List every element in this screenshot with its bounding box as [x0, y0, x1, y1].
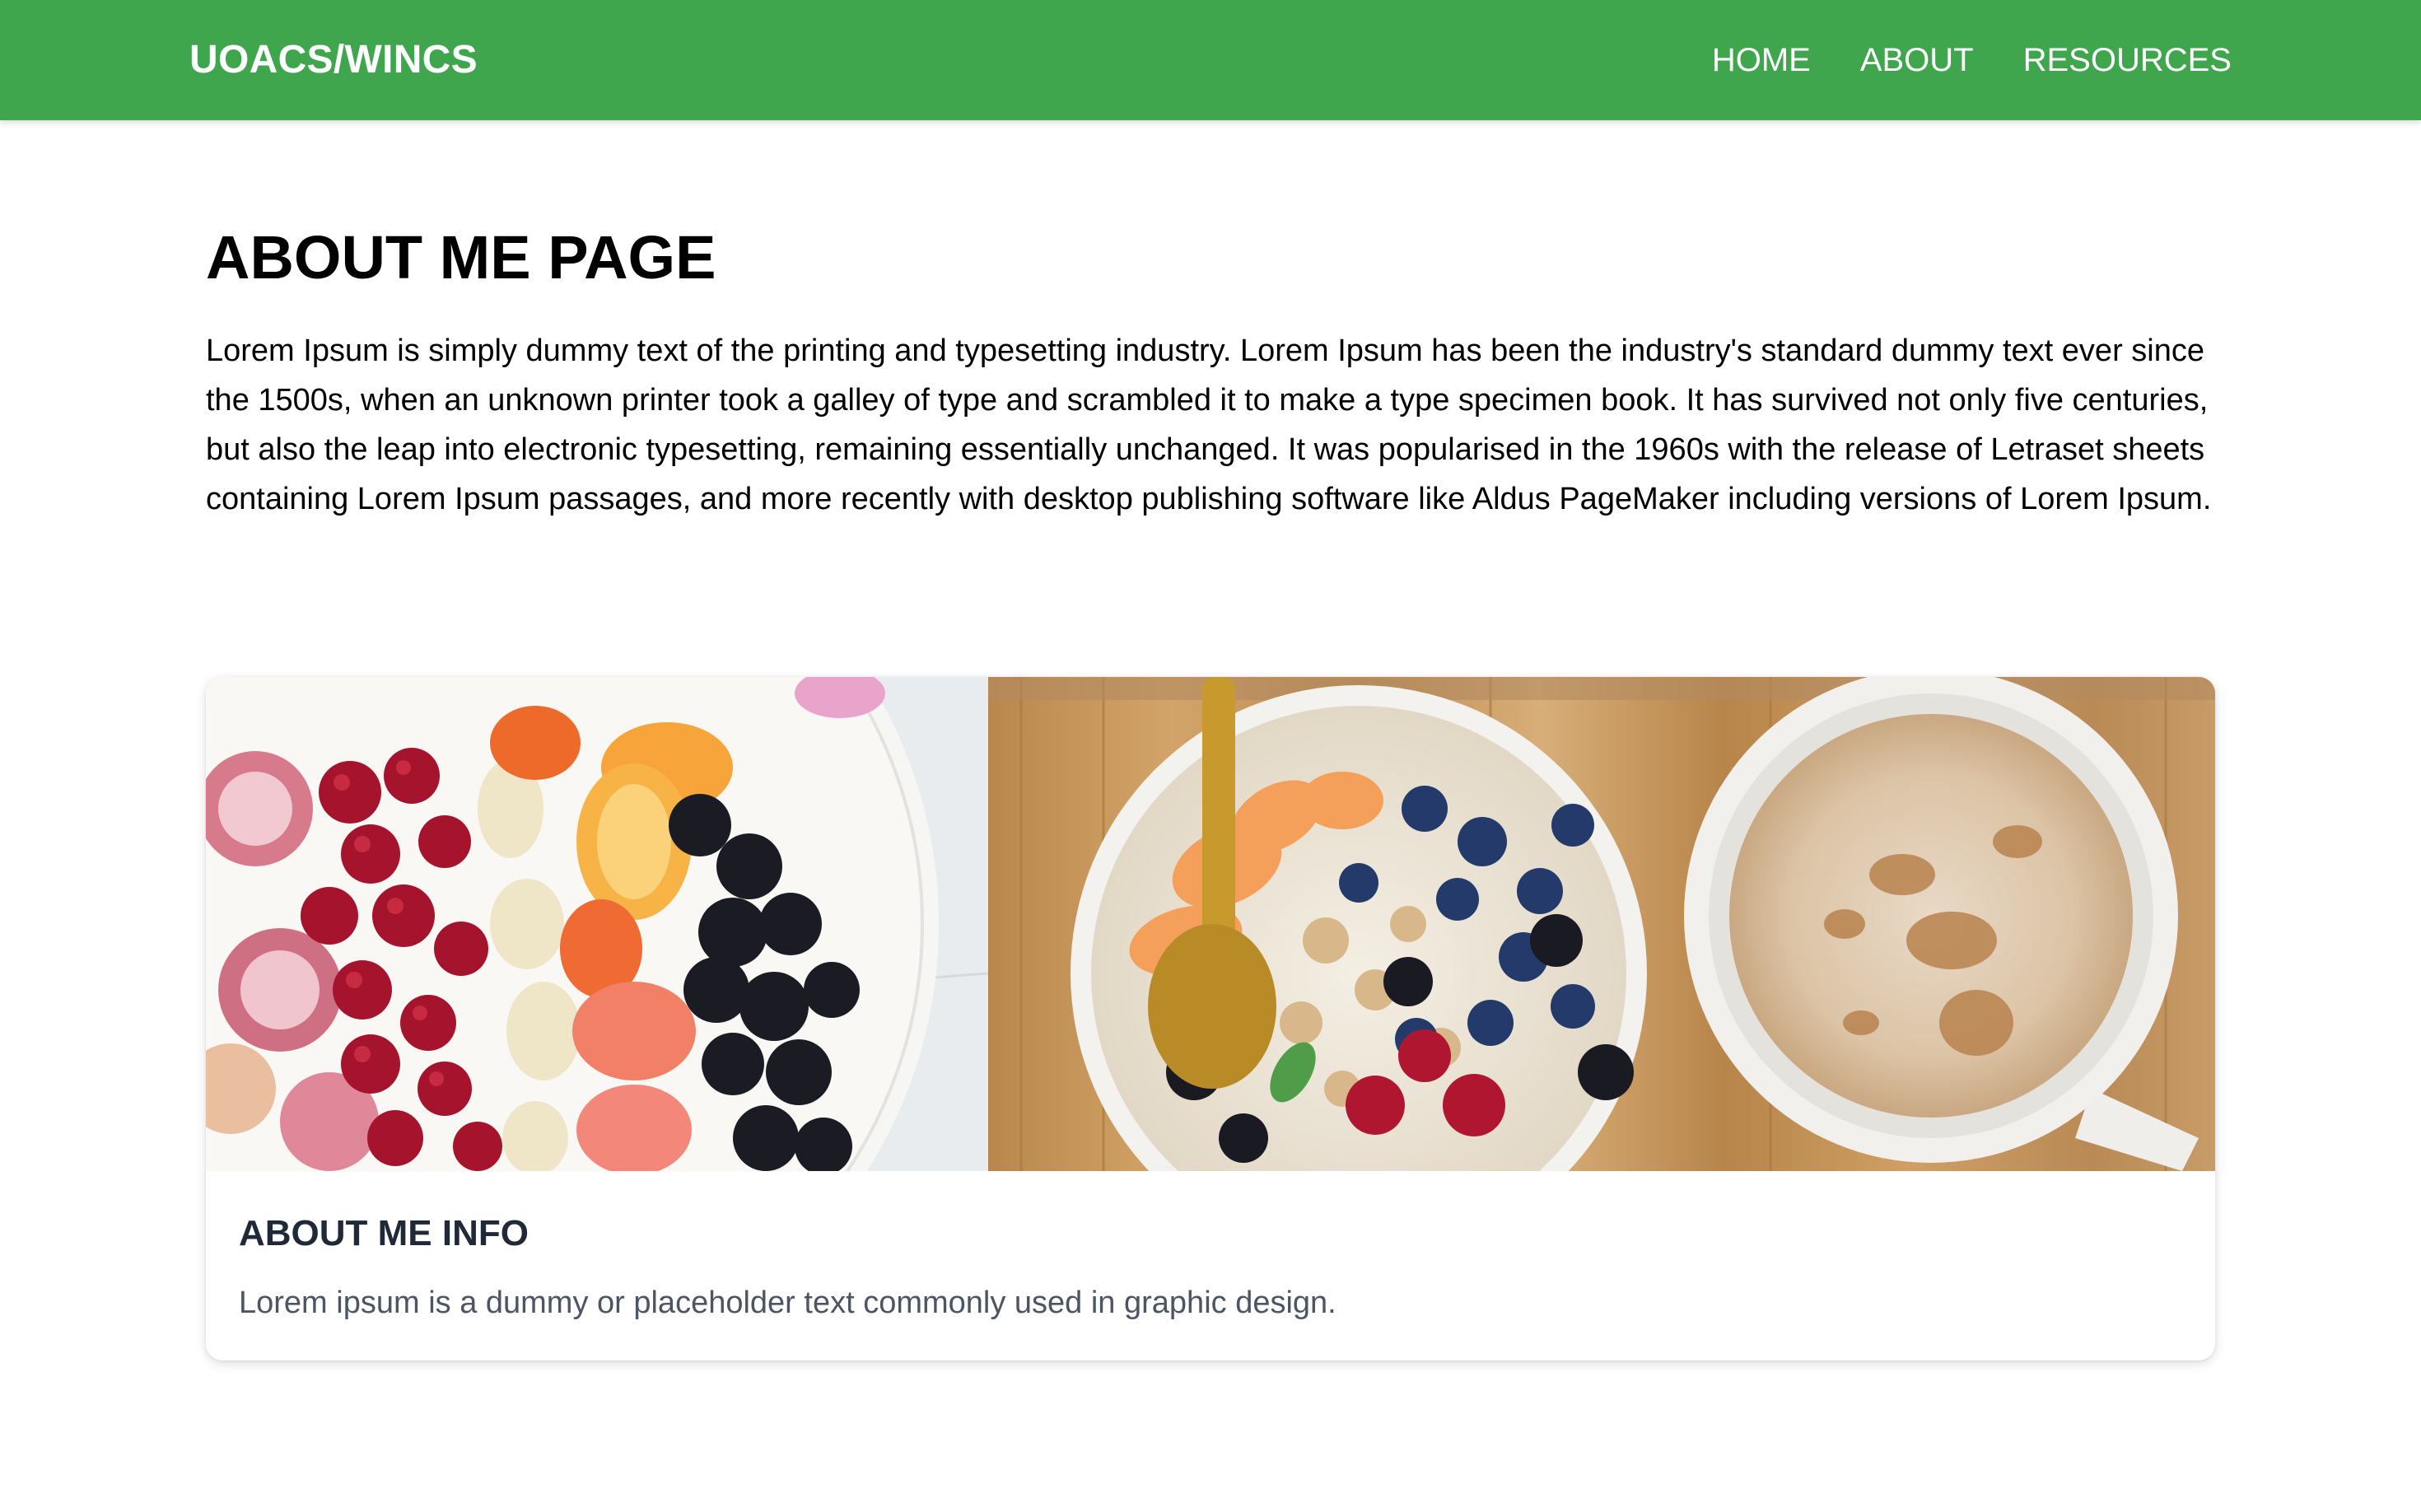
top-navbar: UOACS/WINCS HOME ABOUT RESOURCES — [0, 0, 2421, 120]
brand-logo-link[interactable]: UOACS/WINCS — [189, 36, 478, 84]
nav-links: HOME ABOUT RESOURCES — [1712, 36, 2232, 84]
card-title: ABOUT ME INFO — [239, 1213, 529, 1253]
nav-link-about[interactable]: ABOUT — [1860, 36, 1974, 84]
food-bowls-photo — [206, 677, 2215, 1171]
intro-paragraph: Lorem Ipsum is simply dummy text of the … — [206, 334, 2212, 516]
card-text: Lorem ipsum is a dummy or placeholder te… — [239, 1286, 1336, 1320]
page-title: ABOUT ME PAGE — [206, 223, 716, 292]
nav-link-home[interactable]: HOME — [1712, 36, 1811, 84]
nav-link-resources[interactable]: RESOURCES — [2023, 36, 2232, 84]
about-info-card: ABOUT ME INFO Lorem ipsum is a dummy or … — [206, 677, 2215, 1360]
